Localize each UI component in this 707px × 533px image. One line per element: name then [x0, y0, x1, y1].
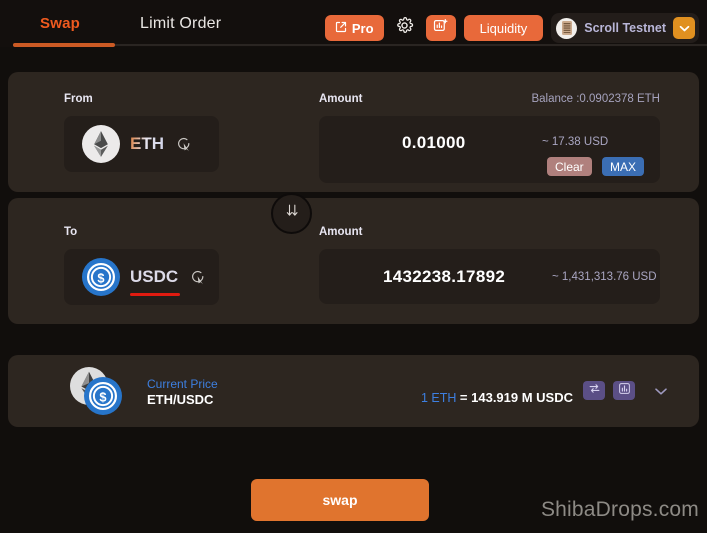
svg-text:$: $ [99, 389, 106, 404]
expand-price-details-button[interactable] [654, 383, 668, 401]
usdc-coin-icon: $ [84, 377, 122, 415]
pro-button[interactable]: Pro [324, 15, 384, 41]
liquidity-button[interactable]: Liquidity [463, 15, 544, 41]
from-label: From [64, 93, 93, 105]
from-token-symbol: ETH [130, 134, 164, 153]
tab-active-indicator [13, 43, 115, 47]
swap-arrows-icon [588, 382, 601, 400]
from-amount-usd: ~ 17.38 USD [542, 136, 609, 148]
app-header: Swap Limit Order Pro Liquidity Scroll Te… [0, 0, 707, 47]
eth-coin-icon [82, 125, 120, 163]
current-price-title: Current Price [147, 377, 218, 391]
max-button[interactable]: MAX [602, 157, 645, 176]
tab-bar: Swap Limit Order [0, 15, 231, 33]
network-name: Scroll Testnet [584, 21, 666, 35]
chart-add-icon [433, 18, 448, 38]
current-price-rate: 1 ETH = 143.919 M USDC [421, 390, 573, 405]
site-watermark: ShibaDrops.com [540, 498, 699, 521]
chevron-down-icon [654, 383, 668, 400]
to-amount-label: Amount [319, 226, 363, 238]
clear-button[interactable]: Clear [547, 157, 592, 176]
network-selector[interactable]: Scroll Testnet [551, 13, 699, 43]
to-amount-card[interactable]: 1432238.17892 ~ 1,431,313.76 USD [319, 249, 660, 304]
tab-limit-order[interactable]: Limit Order [130, 15, 231, 33]
swap-submit-button[interactable]: swap [251, 479, 429, 521]
to-token-underline [130, 293, 181, 296]
svg-text:$: $ [97, 270, 104, 285]
to-amount-value: 1432238.17892 [383, 267, 506, 286]
to-amount-usd: ~ 1,431,313.76 USD [552, 271, 657, 283]
gear-icon [395, 16, 414, 40]
wallet-balance: Balance :0.0902378 ETH [531, 93, 660, 105]
price-rate-to: = 143.919 M USDC [459, 390, 574, 405]
from-token-selector[interactable]: ETH [64, 116, 219, 172]
pro-button-label: Pro [351, 20, 374, 36]
from-amount-card[interactable]: 0.01000 ~ 17.38 USD Clear MAX [319, 116, 660, 183]
price-chart-button[interactable] [613, 381, 635, 400]
token-picker-cursor-icon[interactable] [174, 134, 194, 154]
wallet-avatar-icon [556, 17, 578, 39]
network-chevron-down-icon[interactable] [673, 17, 695, 39]
from-panel: From Amount Balance :0.0902378 ETH ETH 0… [8, 72, 699, 192]
price-rate-from: 1 ETH [421, 391, 457, 405]
invert-price-button[interactable] [583, 381, 605, 400]
to-panel: To Amount $ USDC 1432238.17892 ~ 1,431,3… [8, 198, 699, 324]
to-token-selector[interactable]: $ USDC [64, 249, 219, 305]
to-token-symbol: USDC [130, 267, 181, 296]
swap-direction-button[interactable] [271, 193, 312, 234]
tab-underline-track [13, 44, 707, 46]
usdc-coin-icon: $ [82, 258, 120, 296]
liquidity-button-label: Liquidity [479, 20, 528, 36]
to-token-symbol-text: USDC [130, 267, 179, 286]
header-actions: Pro Liquidity Scroll Testnet [324, 13, 699, 43]
tab-swap[interactable]: Swap [30, 15, 90, 32]
to-label: To [64, 226, 78, 238]
add-chart-button[interactable] [425, 15, 456, 41]
token-pair-icons: $ [70, 367, 124, 415]
from-amount-label: Amount [319, 93, 363, 105]
bar-chart-icon [618, 382, 631, 400]
current-price-pair: ETH/USDC [147, 392, 214, 407]
token-picker-cursor-icon[interactable] [188, 267, 208, 287]
from-amount-value: 0.01000 [402, 133, 466, 152]
double-down-arrow-icon [282, 201, 302, 226]
external-link-icon [335, 21, 347, 36]
settings-button[interactable] [392, 15, 418, 41]
swap-app: Swap Limit Order Pro Liquidity Scroll Te… [0, 0, 707, 533]
